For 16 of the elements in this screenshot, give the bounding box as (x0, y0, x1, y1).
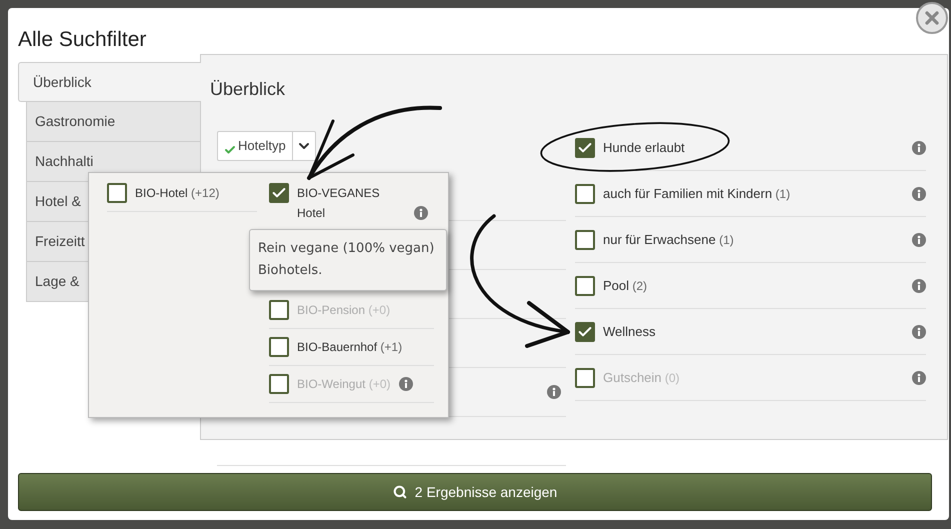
option-label[interactable]: BIO-Hotel (+12) (135, 183, 220, 203)
search-button[interactable]: 2 Ergebnisse anzeigen (18, 473, 932, 511)
option-label[interactable]: BIO-Bauernhof (+1) (297, 337, 402, 357)
feature-label[interactable]: nur für Erwachsene (1) (603, 230, 904, 250)
feature-label[interactable]: Hunde erlaubt (603, 138, 904, 158)
panel-heading: Überblick (210, 78, 286, 101)
feature-label[interactable]: Pool (2) (603, 276, 904, 296)
dialog-title: Alle Suchfilter (18, 27, 146, 53)
feature-label[interactable]: auch für Familien mit Kindern (1) (603, 184, 904, 204)
feature-label[interactable]: Wellness (603, 322, 904, 342)
sidebar-tab[interactable]: Gastronomie (26, 102, 200, 142)
option-label[interactable]: BIO-VEGANES Hotel (297, 183, 406, 223)
dropdown-label: Hoteltyp (238, 137, 286, 156)
sidebar-tab[interactable]: Überblick (18, 62, 201, 102)
tooltip: Rein vegane (100% vegan) Biohotels. (249, 229, 447, 291)
hoteltype-dropdown[interactable]: Hoteltyp (217, 131, 316, 161)
